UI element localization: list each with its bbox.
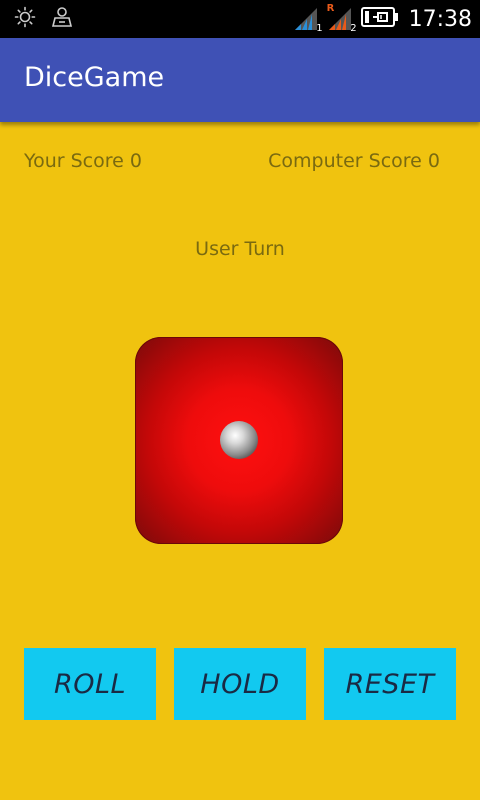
sim2-label: 2 bbox=[350, 23, 357, 34]
app-bar: DiceGame bbox=[0, 38, 480, 122]
dice-image bbox=[135, 337, 343, 544]
clock: 17:38 bbox=[408, 6, 472, 32]
turn-indicator: User Turn bbox=[195, 238, 285, 260]
app-title: DiceGame bbox=[24, 62, 165, 93]
computer-score: Computer Score 0 bbox=[268, 150, 440, 172]
battery-charging-icon bbox=[360, 6, 399, 32]
user-score: Your Score 0 bbox=[24, 150, 142, 172]
usb-debug-icon bbox=[50, 6, 74, 32]
dice-pip bbox=[220, 421, 258, 459]
signal-sim1-icon: 1 bbox=[293, 6, 323, 34]
signal-sim2-icon: R 2 bbox=[326, 3, 357, 34]
status-right-icons: 1 R 2 17:38 bbox=[293, 3, 472, 34]
hold-button[interactable]: HOLD bbox=[174, 648, 306, 720]
brightness-icon bbox=[14, 6, 36, 32]
status-left-icons bbox=[14, 6, 74, 32]
sim1-label: 1 bbox=[316, 23, 323, 34]
roaming-label: R bbox=[326, 3, 335, 14]
status-bar: 1 R 2 17:38 bbox=[0, 0, 480, 38]
reset-button[interactable]: RESET bbox=[324, 648, 456, 720]
roll-button[interactable]: ROLL bbox=[24, 648, 156, 720]
